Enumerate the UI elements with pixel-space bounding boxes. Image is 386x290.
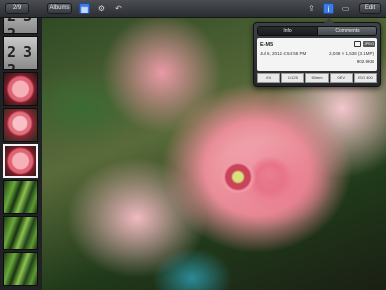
exif-shutter: 1/125 [281, 73, 305, 83]
edit-button[interactable]: Edit [359, 3, 381, 14]
thumbnail-selected[interactable] [3, 144, 38, 178]
flower-center [220, 161, 256, 193]
thumbnail[interactable]: 2 3 2 [3, 36, 38, 70]
photo-viewer-app: 2/9 Albums ▦ ⚙ ↶ ⇪ i ▭ Edit 2 3 2 2 3 2 … [0, 0, 386, 290]
exif-focal-length: 50mm [305, 73, 329, 83]
albums-button[interactable]: Albums [47, 3, 72, 14]
thumbnail-number: 2 3 2 [7, 43, 32, 70]
settings-icon[interactable]: ⚙ [96, 3, 107, 14]
info-popover: Info Comments E-M5 JPEG Jul 6, 2012 4:54… [253, 18, 381, 87]
thumbnail-filmstrip[interactable]: 2 3 2 2 3 2 [0, 18, 43, 290]
exif-aperture: f/4 [257, 73, 281, 83]
camera-icon [354, 41, 361, 47]
info-segmented-control: Info Comments [257, 26, 377, 36]
thumbnail[interactable] [3, 252, 38, 286]
back-counter-button[interactable]: 2/9 [5, 3, 29, 14]
thumbnail[interactable] [3, 72, 38, 106]
file-size: 902.9KB [356, 59, 374, 64]
image-dimensions: 2,048 × 1,536 (3.1MP) [329, 51, 374, 56]
format-badge: JPEG [363, 41, 375, 47]
share-icon[interactable]: ⇪ [306, 3, 317, 14]
info-details: E-M5 JPEG Jul 6, 2012 4:54:55 PM 2,048 ×… [257, 38, 377, 71]
exif-iso: ISO 400 [353, 73, 378, 83]
camera-model: E-M5 [260, 42, 274, 48]
thumbnail-number: 2 3 2 [7, 18, 32, 34]
grid-view-icon[interactable]: ▦ [79, 3, 90, 14]
tab-comments[interactable]: Comments [317, 27, 376, 35]
exif-exposure-bias: 0EV [329, 73, 353, 83]
top-toolbar: 2/9 Albums ▦ ⚙ ↶ ⇪ i ▭ Edit [0, 0, 386, 18]
capture-datetime: Jul 6, 2012 4:54:55 PM [260, 51, 307, 56]
camera-icon[interactable]: ▭ [340, 3, 351, 14]
thumbnail[interactable] [3, 108, 38, 142]
exif-row: f/4 1/125 50mm 0EV ISO 400 [257, 73, 378, 83]
tab-info[interactable]: Info [258, 27, 317, 35]
thumbnail[interactable]: 2 3 2 [3, 18, 38, 34]
thumbnail[interactable] [3, 216, 38, 250]
undo-icon[interactable]: ↶ [113, 3, 124, 14]
info-icon[interactable]: i [323, 3, 334, 14]
thumbnail[interactable] [3, 180, 38, 214]
popover-arrow [324, 18, 334, 23]
